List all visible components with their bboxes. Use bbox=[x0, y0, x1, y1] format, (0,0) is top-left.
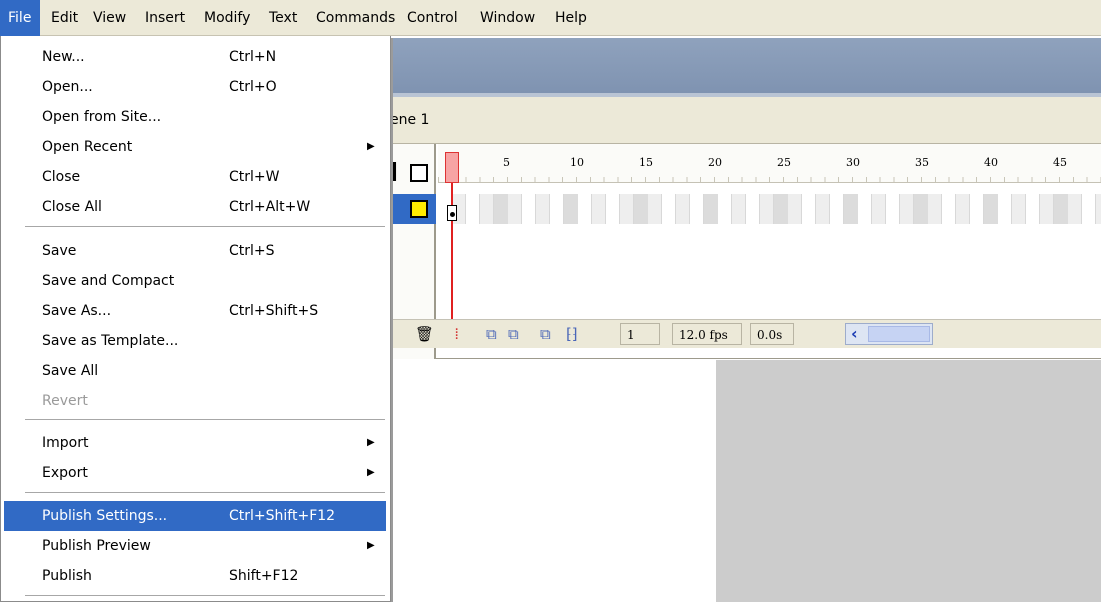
frame-number: 25 bbox=[777, 156, 791, 169]
onion-skin-outlines-icon[interactable]: ⧉ bbox=[508, 325, 519, 343]
file-menu-dropdown: New... Ctrl+N Open... Ctrl+O Open from S… bbox=[0, 36, 391, 602]
menu-item-label: Save All bbox=[42, 363, 99, 379]
menu-item-label: Revert bbox=[42, 393, 88, 409]
menu-item-label: Open from Site... bbox=[42, 109, 162, 125]
elapsed-time-field: 0.0s bbox=[750, 323, 794, 345]
menu-item-shortcut: Ctrl+Shift+F12 bbox=[229, 508, 336, 524]
menu-item-save-all[interactable]: Save All bbox=[4, 356, 386, 386]
document-title-bar bbox=[390, 38, 1101, 93]
menu-item-shortcut: Shift+F12 bbox=[229, 568, 299, 584]
menu-item-save-as-template[interactable]: Save as Template... bbox=[4, 326, 386, 356]
scroll-thumb[interactable] bbox=[868, 326, 930, 342]
menu-item-label: Import bbox=[42, 435, 89, 451]
menu-item-export[interactable]: Export ▶ bbox=[4, 458, 386, 488]
submenu-arrow-icon: ▶ bbox=[367, 437, 375, 448]
menu-view[interactable]: View bbox=[93, 0, 126, 36]
menu-insert[interactable]: Insert bbox=[145, 0, 185, 36]
frame-number: 30 bbox=[846, 156, 860, 169]
menu-separator bbox=[25, 419, 385, 421]
menu-control[interactable]: Control bbox=[407, 0, 458, 36]
frame-number: 5 bbox=[503, 156, 510, 169]
current-frame-field: 1 bbox=[620, 323, 660, 345]
menu-file[interactable]: File bbox=[0, 0, 40, 36]
menu-item-open-from-site[interactable]: Open from Site... bbox=[4, 102, 386, 132]
keyframe[interactable] bbox=[447, 205, 457, 221]
menu-help[interactable]: Help bbox=[555, 0, 587, 36]
frame-number: 40 bbox=[984, 156, 998, 169]
menu-item-shortcut: Ctrl+O bbox=[229, 79, 277, 95]
trash-icon[interactable]: 🗑 bbox=[415, 325, 434, 343]
menu-item-label: Publish Settings... bbox=[42, 508, 168, 524]
menu-separator bbox=[25, 595, 385, 597]
menu-edit[interactable]: Edit bbox=[51, 0, 78, 36]
pasteboard bbox=[716, 360, 1101, 602]
scene-label[interactable]: ene 1 bbox=[390, 97, 429, 144]
center-frame-icon[interactable]: ⦙ bbox=[455, 325, 458, 343]
menu-item-shortcut: Ctrl+N bbox=[229, 49, 277, 65]
menu-bar: File Edit View Insert Modify Text Comman… bbox=[0, 0, 1101, 36]
menu-item-shortcut: Ctrl+W bbox=[229, 169, 280, 185]
frame-number: 15 bbox=[639, 156, 653, 169]
menu-item-open[interactable]: Open... Ctrl+O bbox=[4, 72, 386, 102]
submenu-arrow-icon: ▶ bbox=[367, 540, 375, 551]
menu-item-label: Export bbox=[42, 465, 88, 481]
menu-window[interactable]: Window bbox=[480, 0, 535, 36]
frame-rate-field[interactable]: 12.0 fps bbox=[672, 323, 742, 345]
menu-modify[interactable]: Modify bbox=[204, 0, 250, 36]
onion-skin-icon[interactable]: ⧉ bbox=[486, 325, 497, 343]
menu-item-close-all[interactable]: Close All Ctrl+Alt+W bbox=[4, 192, 386, 222]
menu-item-publish-settings[interactable]: Publish Settings... Ctrl+Shift+F12 bbox=[4, 501, 386, 531]
menu-commands[interactable]: Commands bbox=[316, 0, 395, 36]
menu-item-label: Publish bbox=[42, 568, 92, 584]
layer-row[interactable] bbox=[390, 194, 436, 224]
modify-markers-icon[interactable]: ⁅⁆ bbox=[566, 325, 578, 343]
menu-item-label: New... bbox=[42, 49, 85, 65]
submenu-arrow-icon: ▶ bbox=[367, 141, 375, 152]
menu-item-save-as[interactable]: Save As... Ctrl+Shift+S bbox=[4, 296, 386, 326]
menu-item-shortcut: Ctrl+Alt+W bbox=[229, 199, 311, 215]
submenu-arrow-icon: ▶ bbox=[367, 467, 375, 478]
frame-number: 45 bbox=[1053, 156, 1067, 169]
menu-item-open-recent[interactable]: Open Recent ▶ bbox=[4, 132, 386, 162]
timeline-panel: ▌ 1 5 10 15 20 25 30 35 40 45 🗑 ⦙ ⧉ ⧉ ⧉ … bbox=[390, 144, 1101, 359]
layer-color-swatch[interactable] bbox=[410, 200, 428, 218]
menu-item-shortcut: Ctrl+S bbox=[229, 243, 275, 259]
menu-item-label: Open... bbox=[42, 79, 93, 95]
frame-track[interactable] bbox=[438, 194, 1101, 224]
menu-item-save-and-compact[interactable]: Save and Compact bbox=[4, 266, 386, 296]
menu-item-label: Close All bbox=[42, 199, 102, 215]
menu-item-label: Save bbox=[42, 243, 77, 259]
menu-separator bbox=[25, 492, 385, 494]
menu-item-label: Open Recent bbox=[42, 139, 133, 155]
menu-item-save[interactable]: Save Ctrl+S bbox=[4, 236, 386, 266]
scroll-left-icon[interactable]: ‹ bbox=[851, 324, 858, 344]
timeline-scrollbar[interactable]: ‹ bbox=[845, 323, 933, 345]
frame-ruler[interactable]: 1 5 10 15 20 25 30 35 40 45 bbox=[438, 144, 1101, 183]
edit-multiple-frames-icon[interactable]: ⧉ bbox=[540, 325, 551, 343]
scene-bar: ene 1 bbox=[390, 97, 1101, 144]
menu-item-label: Save As... bbox=[42, 303, 112, 319]
menu-item-label: Save as Template... bbox=[42, 333, 179, 349]
frame-number: 10 bbox=[570, 156, 584, 169]
menu-item-close[interactable]: Close Ctrl+W bbox=[4, 162, 386, 192]
menu-item-publish-preview[interactable]: Publish Preview ▶ bbox=[4, 531, 386, 561]
menu-separator bbox=[25, 226, 385, 228]
menu-item-revert: Revert bbox=[4, 386, 386, 416]
frame-number: 35 bbox=[915, 156, 929, 169]
menu-item-label: Save and Compact bbox=[42, 273, 175, 289]
menu-item-new[interactable]: New... Ctrl+N bbox=[4, 42, 386, 72]
timeline-status-bar: 🗑 ⦙ ⧉ ⧉ ⧉ ⁅⁆ 1 12.0 fps 0.0s ‹ bbox=[390, 319, 1101, 348]
menu-item-label: Close bbox=[42, 169, 81, 185]
outline-column-icon[interactable] bbox=[410, 164, 428, 182]
menu-item-import[interactable]: Import ▶ bbox=[4, 428, 386, 458]
lock-column-icon[interactable]: ▌ bbox=[390, 162, 402, 181]
menu-item-publish[interactable]: Publish Shift+F12 bbox=[4, 561, 386, 591]
menu-item-shortcut: Ctrl+Shift+S bbox=[229, 303, 319, 319]
stage-canvas[interactable] bbox=[390, 360, 716, 602]
playhead[interactable] bbox=[445, 152, 459, 183]
menu-text[interactable]: Text bbox=[269, 0, 297, 36]
menu-item-label: Publish Preview bbox=[42, 538, 151, 554]
frame-number: 20 bbox=[708, 156, 722, 169]
